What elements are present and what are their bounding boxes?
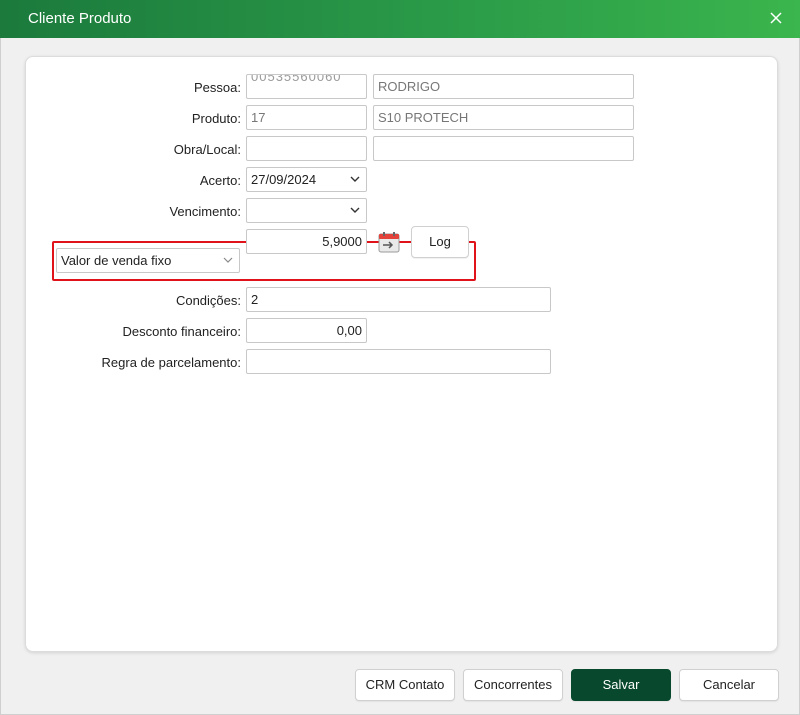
regra-label: Regra de parcelamento: (101, 355, 241, 370)
regra-field[interactable] (246, 349, 551, 374)
salvar-button[interactable]: Salvar (571, 669, 671, 701)
price-type-value: Valor de venda fixo (61, 253, 172, 268)
window-title: Cliente Produto (28, 10, 132, 27)
title-bar: Cliente Produto (0, 0, 800, 38)
concorrentes-button[interactable]: Concorrentes (463, 669, 563, 701)
pessoa-label: Pessoa: (194, 80, 241, 95)
chevron-down-icon (223, 257, 233, 263)
crm-contato-button[interactable]: CRM Contato (355, 669, 455, 701)
produto-name-field[interactable]: S10 PROTECH (373, 105, 634, 130)
price-type-combo[interactable]: Valor de venda fixo (56, 248, 240, 273)
pessoa-code-value: 00535560060 (251, 74, 342, 84)
desconto-label: Desconto financeiro: (122, 324, 241, 339)
acerto-value: 27/09/2024 (251, 172, 317, 187)
chevron-down-icon (350, 207, 360, 213)
acerto-label: Acerto: (199, 173, 241, 188)
chevron-down-icon (350, 176, 360, 182)
close-icon[interactable] (766, 8, 786, 28)
obra-local-name-field[interactable] (373, 136, 634, 161)
produto-label: Produto: (191, 111, 241, 126)
log-button[interactable]: Log (411, 226, 469, 258)
form-panel: Pessoa: 00535560060 RODRIGO Produto: 17 … (25, 56, 778, 652)
acerto-date-select[interactable]: 27/09/2024 (246, 167, 367, 192)
pessoa-name-field[interactable]: RODRIGO (373, 74, 634, 99)
desconto-field[interactable]: 0,00 (246, 318, 367, 343)
vencimento-label: Vencimento: (169, 204, 241, 219)
cancelar-button[interactable]: Cancelar (679, 669, 779, 701)
price-value-field[interactable]: 5,9000 (246, 229, 367, 254)
produto-code-field[interactable]: 17 (246, 105, 367, 130)
dialog-body: Pessoa: 00535560060 RODRIGO Produto: 17 … (0, 38, 800, 715)
condicoes-field[interactable]: 2 (246, 287, 551, 312)
calendar-icon[interactable] (378, 231, 400, 253)
vencimento-date-select[interactable] (246, 198, 367, 223)
pessoa-code-field[interactable]: 00535560060 (246, 74, 367, 99)
obra-local-code-field[interactable] (246, 136, 367, 161)
condicoes-label: Condições: (175, 293, 241, 308)
obra-local-label: Obra/Local: (173, 142, 241, 157)
